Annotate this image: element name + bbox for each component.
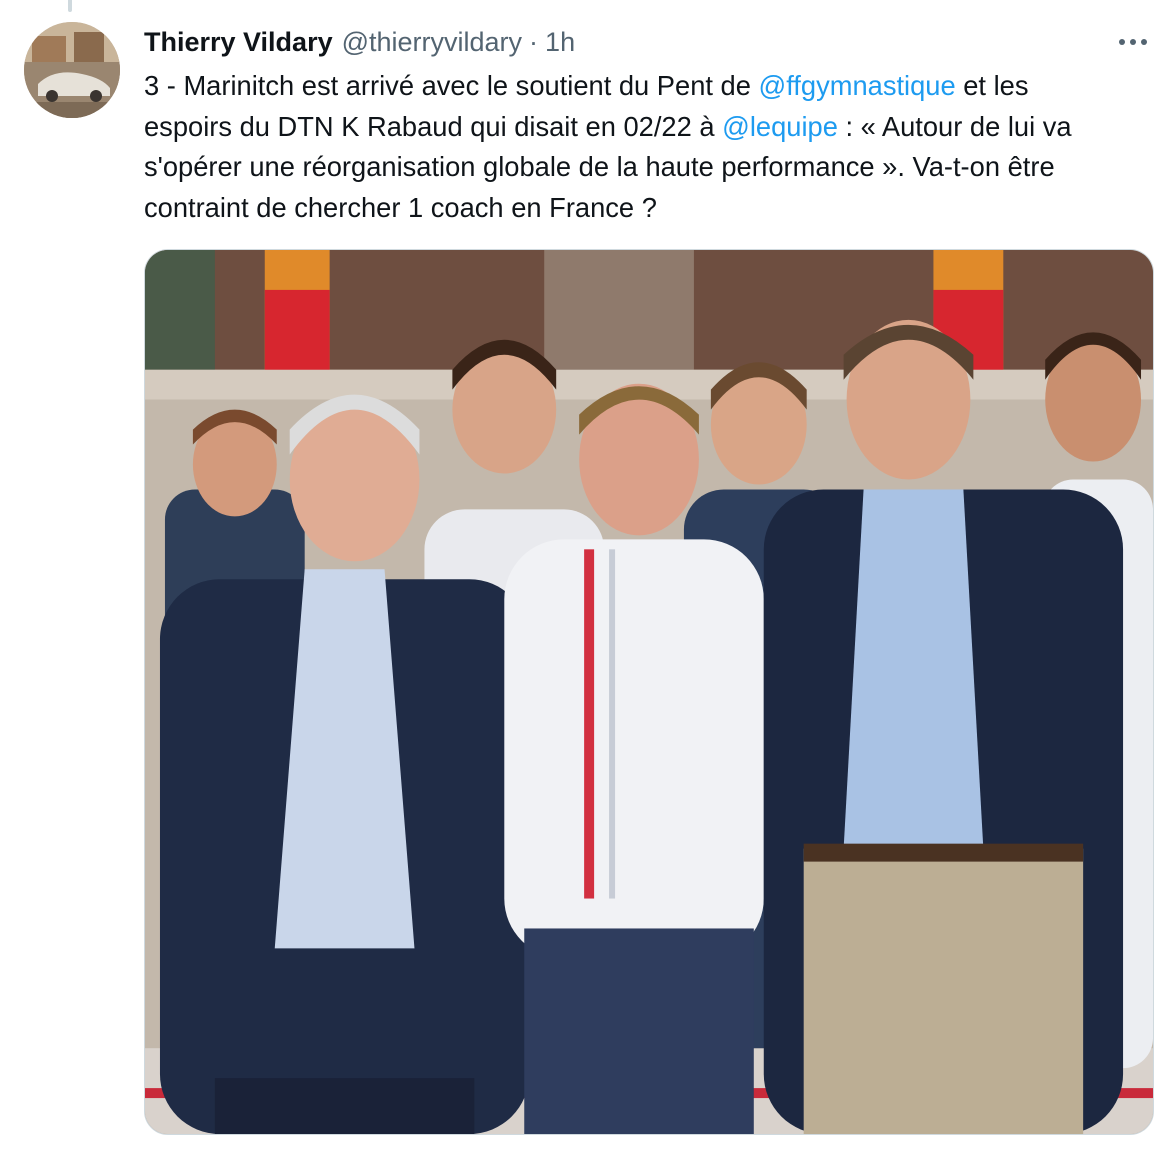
photo-group-of-men bbox=[145, 250, 1153, 1134]
author-display-name[interactable]: Thierry Vildary bbox=[144, 27, 333, 58]
tweet-text-line-4: contraint de chercher 1 coach en France … bbox=[144, 191, 657, 223]
mention-link-ffgymnastique[interactable]: @ffgymnastique bbox=[759, 70, 956, 101]
tweet-text-line-1: 3 - Marinitch est arrivé avec le soutien… bbox=[144, 66, 1160, 107]
tweet-timestamp[interactable]: 1h bbox=[545, 27, 575, 58]
more-horizontal-icon bbox=[1119, 39, 1147, 45]
text-segment: espoirs du DTN K Rabaud qui disait en 02… bbox=[144, 110, 723, 142]
tweet-header: Thierry Vildary @thierryvildary · 1h bbox=[144, 22, 575, 62]
tweet-text-line-3: s'opérer une réorganisation globale de l… bbox=[144, 151, 1055, 182]
tweet-photo[interactable] bbox=[144, 249, 1154, 1135]
text-segment: 3 - Marinitch est arrivé avec le soutien… bbox=[144, 70, 759, 101]
more-options-button[interactable] bbox=[1110, 24, 1156, 60]
text-segment: et les bbox=[955, 70, 1029, 101]
avatar-image bbox=[24, 22, 120, 118]
tweet-text-line-2: espoirs du DTN K Rabaud qui disait en 02… bbox=[144, 107, 1160, 148]
author-handle[interactable]: @thierryvildary bbox=[342, 27, 522, 58]
avatar[interactable] bbox=[24, 22, 120, 118]
header-separator: · bbox=[529, 26, 539, 57]
mention-link-lequipe[interactable]: @lequipe bbox=[722, 111, 838, 142]
text-segment: : « Autour de lui va bbox=[837, 110, 1072, 142]
tweet-text: 3 - Marinitch est arrivé avec le soutien… bbox=[144, 66, 1160, 228]
thread-connector-line bbox=[68, 0, 72, 12]
